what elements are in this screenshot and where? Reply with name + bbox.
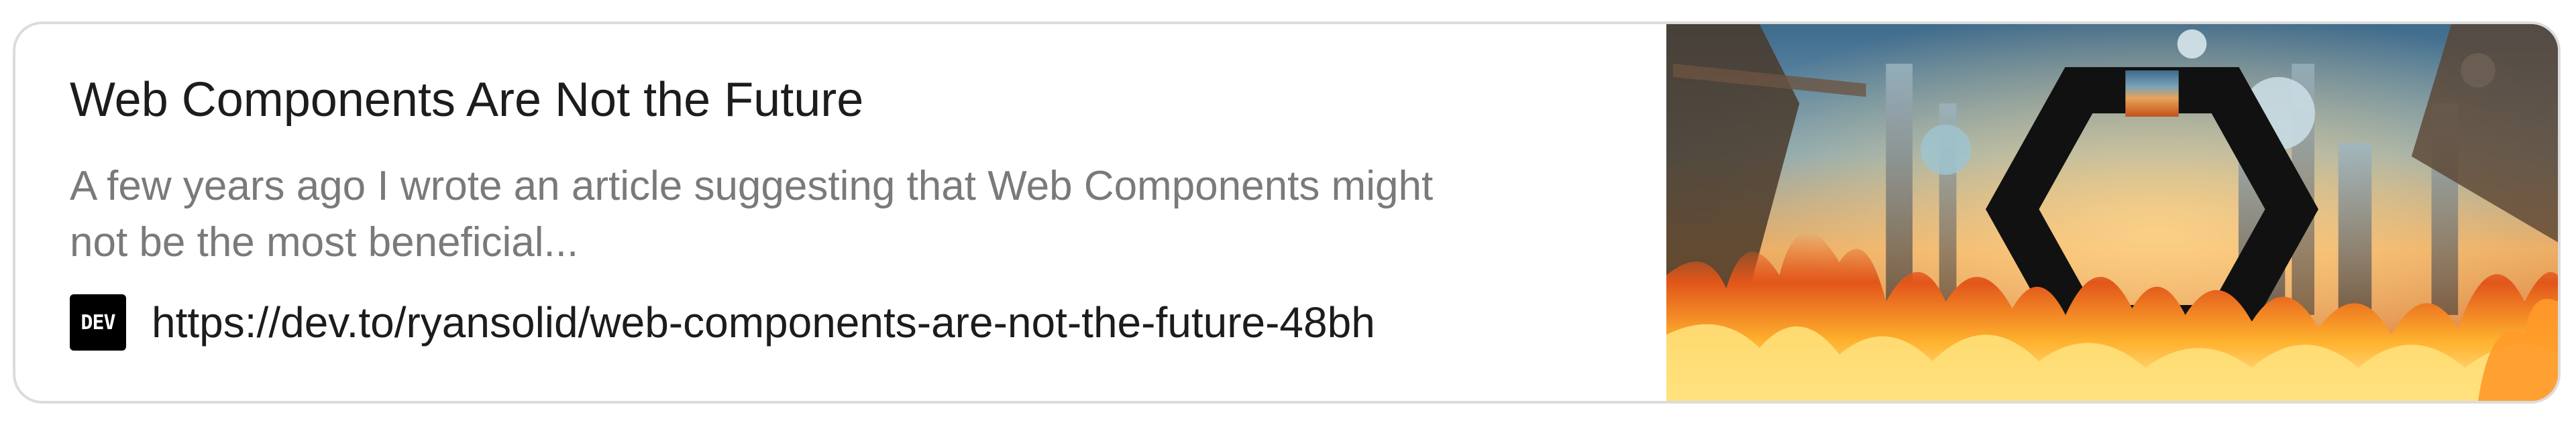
dev-favicon-icon: DEV: [70, 294, 126, 351]
thumbnail-illustration: [1666, 24, 2558, 401]
link-title[interactable]: Web Components Are Not the Future: [70, 70, 863, 130]
description-line-2: not be the most beneficial...: [70, 219, 579, 265]
link-source-row: DEV https://dev.to/ryansolid/web-compone…: [70, 292, 1375, 353]
link-thumbnail-image[interactable]: [1666, 24, 2558, 401]
link-url[interactable]: https://dev.to/ryansolid/web-components-…: [152, 292, 1375, 353]
link-preview-text: Web Components Are Not the Future A few …: [15, 24, 1666, 401]
description-line-1: A few years ago I wrote an article sugge…: [70, 163, 1434, 209]
link-preview-card[interactable]: Web Components Are Not the Future A few …: [13, 21, 2561, 404]
link-description: A few years ago I wrote an article sugge…: [70, 158, 1626, 271]
